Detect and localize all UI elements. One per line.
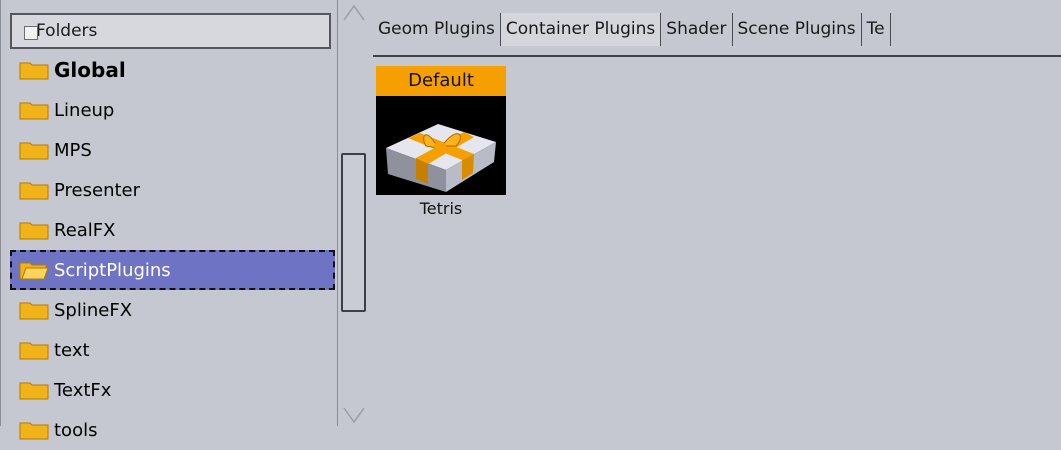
folder-item-splinefx[interactable]: SplineFX [10, 290, 335, 330]
folder-label: text [54, 339, 90, 361]
folder-item-mps[interactable]: MPS [10, 130, 335, 170]
plugin-tile-tetris[interactable]: Default Tetris [376, 66, 506, 218]
folder-label: Lineup [54, 99, 115, 121]
plugin-tile-label: Tetris [419, 199, 463, 218]
folder-icon [19, 102, 49, 120]
open-folder-icon [19, 262, 49, 280]
scroll-up-arrow-icon[interactable] [342, 4, 366, 22]
folder-item-presenter[interactable]: Presenter [10, 170, 335, 210]
tab-shader[interactable]: Shader [661, 13, 733, 46]
tab-te[interactable]: Te [861, 13, 891, 46]
folder-icon [19, 382, 49, 400]
folder-item-global[interactable]: Global [10, 50, 335, 90]
folder-label: tools [54, 419, 98, 441]
folder-label: ScriptPlugins [54, 259, 171, 281]
scroll-thumb[interactable] [341, 153, 366, 312]
tab-scene-plugins[interactable]: Scene Plugins [732, 13, 862, 46]
plugin-tab-bar: Geom Plugins Container Plugins Shader Sc… [373, 13, 1061, 46]
folder-item-tools[interactable]: tools [10, 410, 335, 450]
folder-icon [19, 222, 49, 240]
tab-divider [373, 55, 1061, 57]
folder-label: RealFX [54, 219, 116, 241]
folder-icon [19, 342, 49, 360]
folder-icon [19, 422, 49, 440]
folder-item-text[interactable]: text [10, 330, 335, 370]
folder-icon [19, 142, 49, 160]
splitter-handle[interactable] [24, 26, 38, 40]
folder-label: Global [54, 58, 126, 82]
folder-icon [19, 302, 49, 320]
scroll-down-arrow-icon[interactable] [342, 406, 366, 424]
folder-item-scriptplugins[interactable]: ScriptPlugins [10, 250, 335, 290]
folder-item-realfx[interactable]: RealFX [10, 210, 335, 250]
folder-item-lineup[interactable]: Lineup [10, 90, 335, 130]
gift-box-icon [376, 96, 506, 195]
folder-icon [19, 62, 49, 80]
folder-label: Presenter [54, 179, 141, 201]
folder-label: MPS [54, 139, 92, 161]
folder-label: SplineFX [54, 299, 133, 321]
folder-icon [19, 182, 49, 200]
tab-geom-plugins[interactable]: Geom Plugins [373, 13, 501, 46]
folders-panel: Folders Global Lineup MPS Presenter Real… [0, 0, 341, 441]
folder-scrollbar[interactable] [337, 0, 370, 426]
folder-item-textfx[interactable]: TextFx [10, 370, 335, 410]
plugin-tile-header: Default [376, 66, 506, 96]
folder-list: Global Lineup MPS Presenter RealFX Scrip… [10, 50, 335, 450]
tab-container-plugins[interactable]: Container Plugins [500, 13, 662, 46]
folder-label: TextFx [54, 379, 112, 401]
folders-header: Folders [10, 13, 331, 49]
